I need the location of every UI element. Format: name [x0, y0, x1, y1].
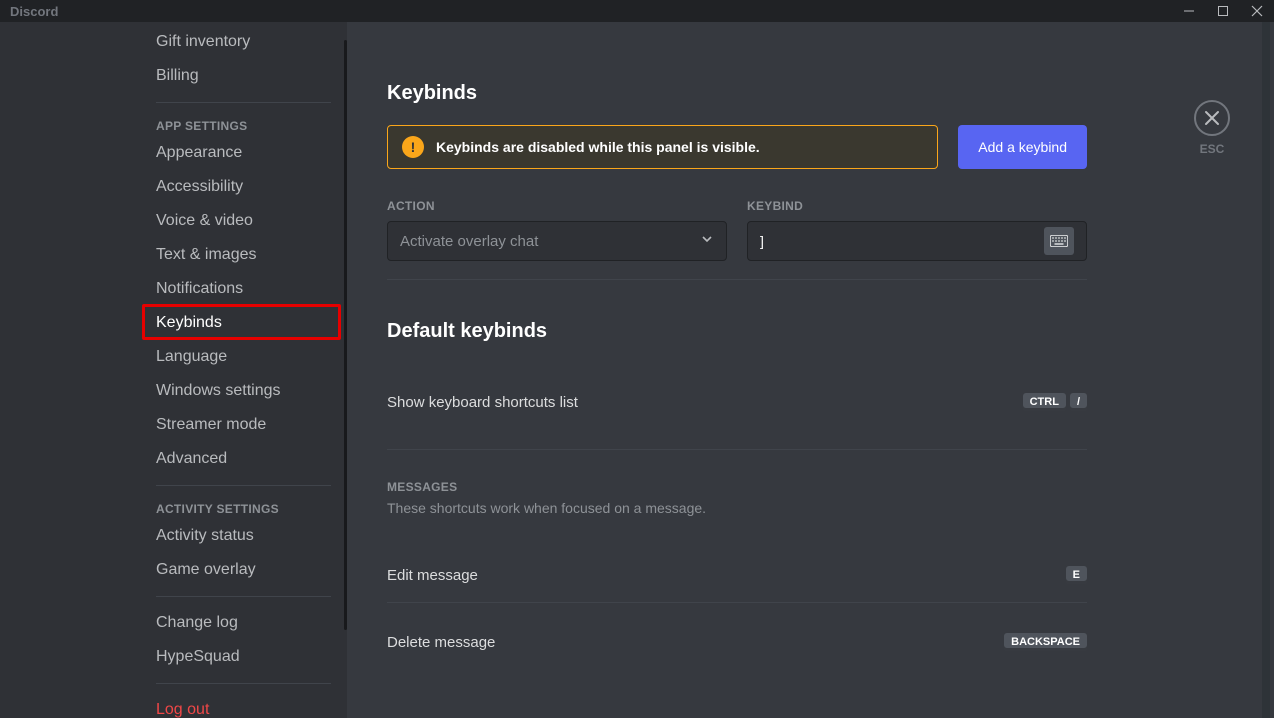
sidebar-divider	[156, 683, 331, 684]
sidebar-header-app-settings: APP SETTINGS	[150, 113, 337, 137]
app-name: Discord	[10, 4, 58, 19]
keybind-input[interactable]: ]	[747, 221, 1087, 261]
add-keybind-button[interactable]: Add a keybind	[958, 125, 1087, 169]
sidebar-item-voice-video[interactable]: Voice & video	[150, 205, 337, 237]
keybind-column: KEYBIND ]	[747, 199, 1087, 261]
keycap: /	[1070, 393, 1087, 411]
record-keybind-button[interactable]	[1044, 227, 1074, 255]
close-icon	[1204, 110, 1220, 126]
settings-content: ESC Keybinds ! Keybinds are disabled whi…	[347, 22, 1274, 718]
page-title: Keybinds	[387, 82, 1087, 105]
keybind-row-label: Delete message	[387, 634, 495, 651]
window-maximize-button[interactable]	[1210, 0, 1236, 22]
keycap: CTRL	[1023, 393, 1066, 411]
messages-group: MESSAGES These shortcuts work when focus…	[387, 449, 1087, 665]
esc-label: ESC	[1200, 142, 1225, 156]
content-scrollbar[interactable]	[1262, 22, 1270, 718]
sidebar-item-windows-settings[interactable]: Windows settings	[150, 375, 337, 407]
messages-group-header: MESSAGES	[387, 480, 1087, 494]
sidebar-item-notifications[interactable]: Notifications	[150, 273, 337, 305]
messages-group-desc: These shortcuts work when focused on a m…	[387, 500, 1087, 516]
sidebar-header-activity-settings: ACTIVITY SETTINGS	[150, 496, 337, 520]
sidebar-item-language[interactable]: Language	[150, 341, 337, 373]
keybind-row-label: Edit message	[387, 567, 478, 584]
sidebar-item-advanced[interactable]: Advanced	[150, 443, 337, 475]
action-column-label: ACTION	[387, 199, 727, 213]
sidebar-item-appearance[interactable]: Appearance	[150, 137, 337, 169]
chevron-down-icon	[700, 232, 714, 250]
sidebar-item-activity-status[interactable]: Activity status	[150, 520, 337, 552]
sidebar-item-logout[interactable]: Log out	[150, 694, 337, 718]
divider	[387, 279, 1087, 280]
window-minimize-button[interactable]	[1176, 0, 1202, 22]
sidebar-item-accessibility[interactable]: Accessibility	[150, 171, 337, 203]
sidebar-divider	[156, 596, 331, 597]
keybind-column-label: KEYBIND	[747, 199, 1087, 213]
keyboard-icon	[1050, 235, 1068, 247]
sidebar-divider	[156, 485, 331, 486]
action-select[interactable]: Activate overlay chat	[387, 221, 727, 261]
keybind-value: ]	[760, 233, 764, 249]
settings-sidebar: Gift inventory Billing APP SETTINGS Appe…	[0, 22, 347, 718]
keycap: BACKSPACE	[1004, 633, 1087, 651]
warning-banner: ! Keybinds are disabled while this panel…	[387, 125, 938, 169]
sidebar-divider	[156, 102, 331, 103]
keycap: E	[1066, 566, 1087, 584]
warning-icon: !	[402, 136, 424, 158]
keybind-row-keys: BACKSPACE	[1004, 633, 1087, 651]
window-controls	[1176, 0, 1270, 22]
keybind-row-keys: E	[1066, 566, 1087, 584]
sidebar-item-billing[interactable]: Billing	[150, 60, 337, 92]
sidebar-item-hypesquad[interactable]: HypeSquad	[150, 641, 337, 673]
action-column: ACTION Activate overlay chat	[387, 199, 727, 261]
keybind-row-delete-message: Delete message BACKSPACE	[387, 602, 1087, 665]
warning-row: ! Keybinds are disabled while this panel…	[387, 125, 1087, 169]
keybind-row-label: Show keyboard shortcuts list	[387, 394, 578, 411]
sidebar-item-change-log[interactable]: Change log	[150, 607, 337, 639]
action-select-value: Activate overlay chat	[400, 233, 538, 250]
keybind-row-edit-message: Edit message E	[387, 536, 1087, 598]
sidebar-item-gift-inventory[interactable]: Gift inventory	[150, 26, 337, 58]
close-button[interactable]	[1194, 100, 1230, 136]
sidebar-item-text-images[interactable]: Text & images	[150, 239, 337, 271]
sidebar-item-keybinds[interactable]: Keybinds	[150, 307, 337, 339]
default-keybinds-title: Default keybinds	[387, 320, 1087, 343]
sidebar-item-streamer-mode[interactable]: Streamer mode	[150, 409, 337, 441]
window-close-button[interactable]	[1244, 0, 1270, 22]
keybind-row-shortcuts-list: Show keyboard shortcuts list CTRL /	[387, 379, 1087, 425]
keybind-editor-row: ACTION Activate overlay chat KEYBIND ]	[387, 199, 1087, 261]
close-esc: ESC	[1194, 100, 1230, 156]
sidebar-item-game-overlay[interactable]: Game overlay	[150, 554, 337, 586]
warning-text: Keybinds are disabled while this panel i…	[436, 139, 760, 155]
app-body: Gift inventory Billing APP SETTINGS Appe…	[0, 22, 1274, 718]
keybind-row-keys: CTRL /	[1023, 393, 1087, 411]
titlebar: Discord	[0, 0, 1274, 22]
